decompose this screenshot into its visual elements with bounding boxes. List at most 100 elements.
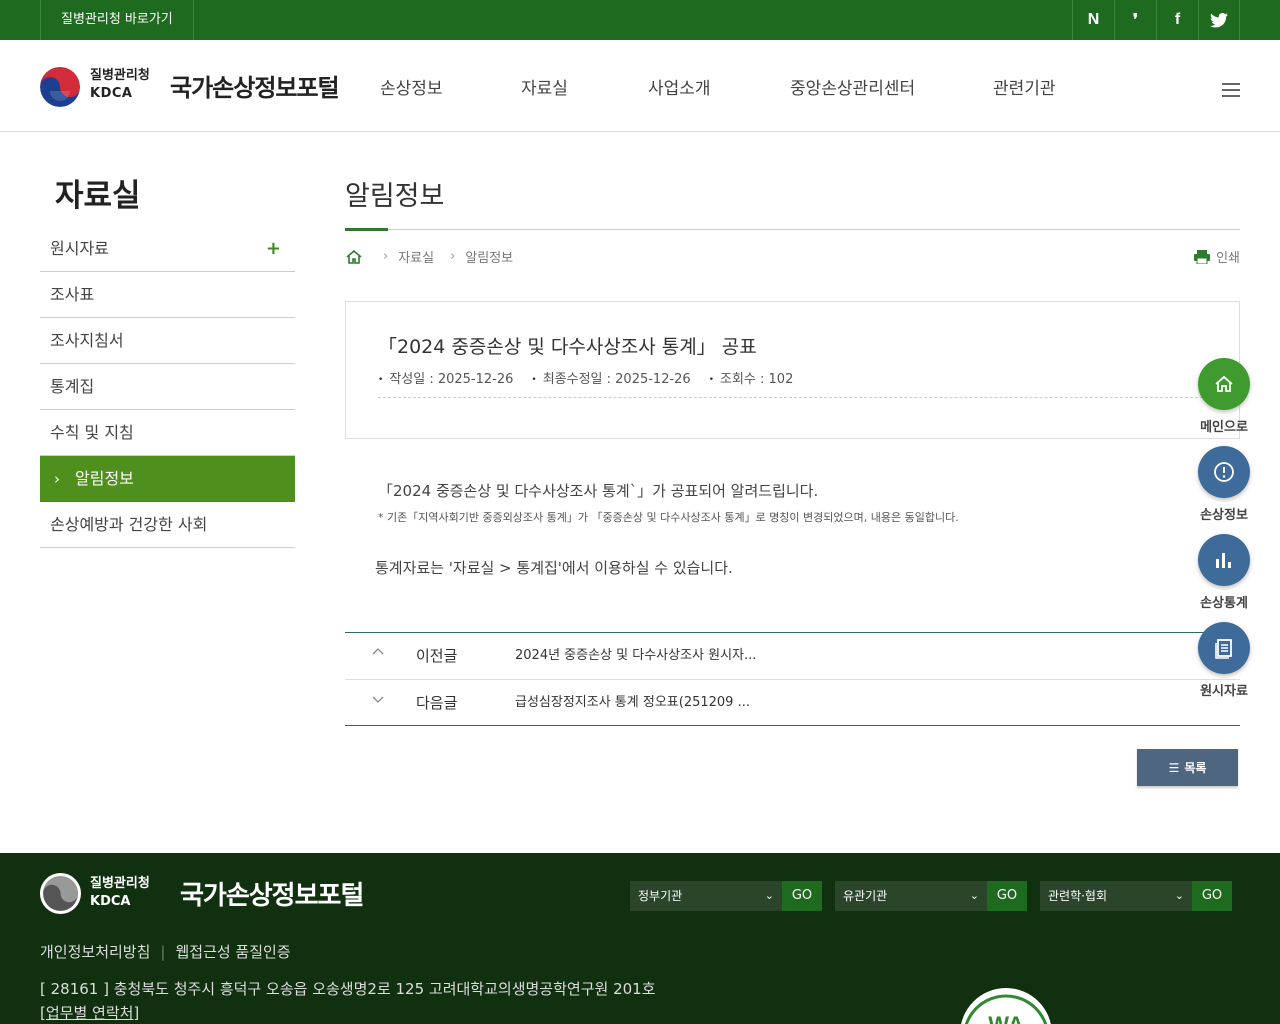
kdca-shortcut-link[interactable]: 질병관리청 바로가기	[40, 0, 194, 40]
chevron-down-icon	[372, 696, 384, 703]
quick-injury-stats[interactable]: 손상통계	[1192, 534, 1256, 611]
footer-site-title: 국가손상정보포털	[180, 881, 364, 911]
twitter-icon[interactable]	[1198, 0, 1240, 40]
kdca-logo-icon	[40, 873, 81, 914]
post-modified-date: 최종수정일 : 2025-12-26	[531, 368, 691, 387]
org-name-en: KDCA	[90, 86, 133, 101]
related-agency-select: 유관기관 ⌄ GO	[835, 881, 1027, 911]
menu-icon[interactable]	[1222, 83, 1240, 101]
post-body-line: 통계자료는 '자료실 > 통계집'에서 이용하실 수 있습니다.	[375, 559, 733, 577]
document-icon[interactable]	[1198, 622, 1250, 674]
next-post-row[interactable]: 다음글 급성심장정지조사 통계 정오표(251209 ...	[345, 679, 1240, 725]
sidebar-item-questionnaire[interactable]: 조사표	[40, 272, 295, 318]
post-view-count: 조회수 : 102	[709, 368, 793, 387]
select-label: 관련학·협회	[1048, 889, 1108, 903]
select-label: 정부기관	[638, 889, 683, 903]
logo-org-name[interactable]: 질병관리청 KDCA	[90, 67, 150, 103]
svg-text:WA: WA	[988, 1012, 1024, 1024]
chevron-down-icon: ⌄	[969, 889, 979, 902]
next-post-title[interactable]: 급성심장정지조사 통계 정오표(251209 ...	[515, 680, 750, 726]
plus-icon[interactable]: +	[266, 226, 281, 272]
gov-agency-dropdown[interactable]: 정부기관 ⌄	[630, 881, 782, 911]
site-title[interactable]: 국가손상정보포털	[170, 68, 340, 103]
gnb-business[interactable]: 사업소개	[648, 74, 711, 99]
sns-links: N ❜ f	[1072, 0, 1240, 40]
quick-label: 메인으로	[1200, 420, 1248, 435]
sidebar-item-raw-data[interactable]: 원시자료 +	[40, 226, 295, 272]
gnb-injury-info[interactable]: 손상정보	[380, 74, 443, 99]
prev-next-list: 이전글 2024년 중증손상 및 다수사상조사 원시자... 다음글 급성심장정…	[345, 632, 1240, 726]
print-button[interactable]: 인쇄	[1194, 247, 1240, 266]
select-label: 유관기관	[843, 889, 888, 903]
quick-label: 손상통계	[1200, 596, 1248, 611]
gov-agency-select: 정부기관 ⌄ GO	[630, 881, 822, 911]
printer-icon	[1194, 249, 1211, 264]
post-created-date: 작성일 : 2025-12-26	[378, 368, 513, 387]
post-meta: 작성일 : 2025-12-26 최종수정일 : 2025-12-26 조회수 …	[378, 368, 811, 387]
home-icon[interactable]	[1198, 358, 1250, 410]
bar-chart-icon[interactable]	[1198, 534, 1250, 586]
sidebar-item-prevention[interactable]: 손상예방과 건강한 사회	[40, 502, 295, 548]
quick-raw-data[interactable]: 원시자료	[1192, 622, 1256, 699]
chevron-right-icon: ›	[450, 249, 456, 264]
kdca-logo-icon[interactable]	[40, 67, 80, 107]
gnb-data-room[interactable]: 자료실	[521, 74, 568, 99]
accessibility-cert-link[interactable]: 웹접근성 품질인증	[175, 943, 290, 961]
sidebar-item-rules[interactable]: 수칙 및 지침	[40, 410, 295, 456]
gov-agency-go-button[interactable]: GO	[782, 881, 822, 911]
sidebar-nav: 원시자료 + 조사표 조사지침서 통계집 수칙 및 지침 › 알림정보 손상예방…	[40, 226, 295, 548]
footer-links: 개인정보처리방침 | 웹접근성 품질인증	[40, 941, 291, 962]
quick-main[interactable]: 메인으로	[1192, 358, 1256, 435]
web-accessibility-badge-icon: WA	[960, 988, 1052, 1024]
contact-link[interactable]: [업무별 연락처]	[40, 1002, 139, 1023]
post-title: 「2024 중증손상 및 다수사상조사 통계」 공표	[378, 336, 757, 358]
page-title: 알림정보	[345, 181, 445, 212]
next-label: 다음글	[416, 694, 458, 712]
breadcrumb-item[interactable]: 알림정보	[465, 247, 513, 266]
prev-label: 이전글	[416, 647, 458, 665]
post-body-note: * 기존「지역사회기반 중증외상조사 통계」가 「중증손상 및 다수사상조사 통…	[378, 511, 959, 524]
print-label: 인쇄	[1216, 251, 1240, 266]
list-button[interactable]: ☰ 목록	[1137, 749, 1238, 786]
chevron-down-icon: ⌄	[1174, 889, 1184, 902]
kakao-icon[interactable]: ❜	[1114, 0, 1156, 40]
footer-address: [ 28161 ] 충청북도 청주시 흥덕구 오송읍 오송생명2로 125 고려…	[40, 980, 656, 998]
sidebar-item-label: 원시자료	[50, 239, 109, 258]
alert-icon[interactable]	[1198, 446, 1250, 498]
related-agency-go-button[interactable]: GO	[987, 881, 1027, 911]
prev-post-title[interactable]: 2024년 중증손상 및 다수사상조사 원시자...	[515, 633, 756, 679]
association-dropdown[interactable]: 관련학·협회 ⌄	[1040, 881, 1192, 911]
post-header: 「2024 중증손상 및 다수사상조사 통계」 공표 작성일 : 2025-12…	[345, 301, 1240, 439]
title-divider	[345, 229, 1240, 230]
footer-org-name: 질병관리청 KDCA	[90, 875, 150, 911]
post-divider	[378, 397, 1208, 398]
footer: 질병관리청 KDCA 국가손상정보포털 정부기관 ⌄ GO 유관기관 ⌄ GO 관련…	[0, 853, 1280, 1024]
related-agency-dropdown[interactable]: 유관기관 ⌄	[835, 881, 987, 911]
top-bar: 질병관리청 바로가기 N ❜ f	[0, 0, 1280, 40]
post-body-line: 「2024 중증손상 및 다수사상조사 통계`」가 공표되어 알려드립니다.	[378, 482, 819, 500]
chevron-down-icon: ⌄	[764, 889, 774, 902]
quick-injury-info[interactable]: 손상정보	[1192, 446, 1256, 523]
chevron-right-icon: ›	[383, 249, 389, 264]
sidebar-item-label: 알림정보	[75, 469, 134, 488]
sidebar-item-statistics[interactable]: 통계집	[40, 364, 295, 410]
breadcrumb: › 자료실 › 알림정보	[345, 247, 529, 266]
chevron-right-icon: ›	[54, 470, 60, 488]
facebook-icon[interactable]: f	[1156, 0, 1198, 40]
gnb-central-center[interactable]: 중앙손상관리센터	[790, 74, 915, 99]
list-icon: ☰	[1168, 760, 1180, 775]
naver-blog-icon[interactable]: N	[1072, 0, 1114, 40]
quick-label: 손상정보	[1200, 508, 1248, 523]
breadcrumb-item[interactable]: 자료실	[398, 247, 434, 266]
association-go-button[interactable]: GO	[1192, 881, 1232, 911]
association-select: 관련학·협회 ⌄ GO	[1040, 881, 1232, 911]
gnb-related-orgs[interactable]: 관련기관	[993, 74, 1056, 99]
header: 질병관리청 KDCA 국가손상정보포털 손상정보 자료실 사업소개 중앙손상관리…	[0, 40, 1280, 132]
list-button-label: 목록	[1184, 761, 1207, 775]
sidebar-item-guide[interactable]: 조사지침서	[40, 318, 295, 364]
sidebar-item-notice[interactable]: › 알림정보	[40, 456, 295, 502]
prev-post-row[interactable]: 이전글 2024년 중증손상 및 다수사상조사 원시자...	[345, 633, 1240, 679]
org-name-kr: 질병관리청	[90, 68, 150, 83]
home-icon[interactable]	[345, 248, 363, 266]
privacy-policy-link[interactable]: 개인정보처리방침	[40, 943, 150, 961]
